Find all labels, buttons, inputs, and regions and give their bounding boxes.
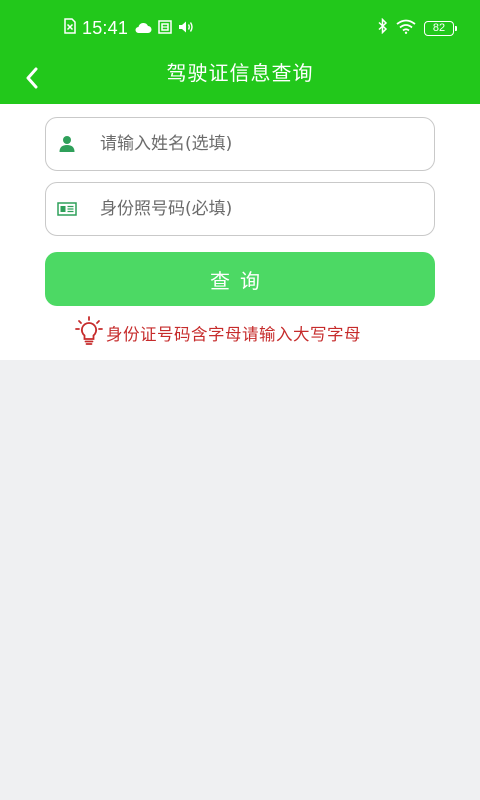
query-button[interactable]: 查询 <box>45 252 435 306</box>
tip: 身份证号码含字母请输入大写字母 <box>75 316 361 350</box>
battery-icon: 82 <box>424 20 457 36</box>
id-input[interactable] <box>100 191 420 227</box>
back-chevron-icon <box>25 67 39 93</box>
screen: 15:41 82 驾驶证信息查询 请输入姓名(选填) 身份照号码(必填) 查询 … <box>0 0 480 800</box>
status-right: 82 <box>378 17 457 39</box>
status-time: 15:41 <box>82 17 129 38</box>
title-bar: 驾驶证信息查询 <box>0 56 480 104</box>
bluetooth-icon <box>378 17 388 38</box>
wifi-icon <box>396 19 416 38</box>
volume-icon <box>178 19 194 38</box>
page-title: 驾驶证信息查询 <box>166 61 314 85</box>
name-field[interactable] <box>45 117 435 171</box>
notification-icon <box>158 19 172 38</box>
tip-text: 身份证号码含字母请输入大写字母 <box>106 325 361 344</box>
status-bar: 15:41 82 <box>0 0 480 56</box>
form-card: 查询 身份证号码含字母请输入大写字母 <box>0 104 480 360</box>
lightbulb-icon <box>75 315 103 351</box>
id-card-icon <box>56 198 78 220</box>
id-field[interactable] <box>45 182 435 236</box>
name-input[interactable] <box>100 126 420 162</box>
status-left: 15:41 <box>64 17 194 39</box>
back-button[interactable] <box>14 62 50 98</box>
person-icon <box>56 133 78 155</box>
weather-icon <box>134 19 152 38</box>
sim-error-icon <box>64 18 76 38</box>
